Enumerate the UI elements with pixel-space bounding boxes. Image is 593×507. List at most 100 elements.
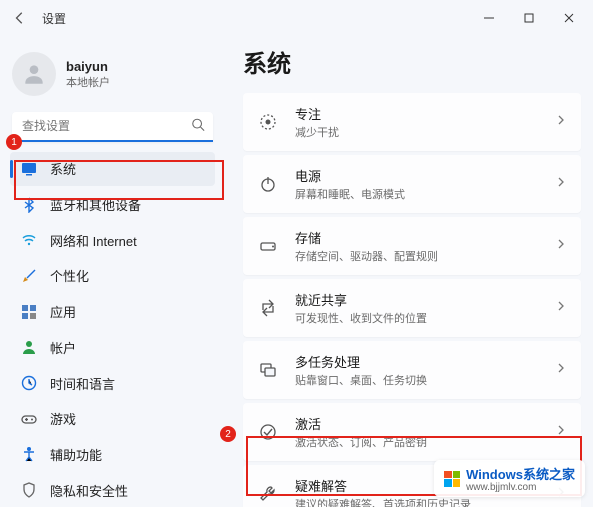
sidebar-item-apps[interactable]: 应用 [10, 295, 215, 329]
chevron-right-icon [555, 237, 567, 255]
sidebar-item-label: 应用 [50, 302, 76, 321]
chevron-right-icon [555, 423, 567, 441]
card-title: 电源 [295, 166, 555, 185]
account-icon [20, 338, 38, 356]
maximize-icon [524, 13, 534, 23]
person-icon [21, 61, 47, 87]
main-area: baiyun 本地帐户 系统 蓝牙和其他设备 网络和 Internet [0, 36, 593, 507]
shield-icon [20, 481, 38, 499]
user-name: baiyun [66, 59, 110, 74]
annotation-badge-1: 1 [6, 134, 22, 150]
watermark: Windows系统之家 www.bjjmlv.com [434, 460, 585, 497]
titlebar: 设置 [0, 0, 593, 36]
card-nearby-share[interactable]: 就近共享 可发现性、收到文件的位置 [243, 279, 581, 337]
power-icon [257, 173, 279, 195]
page-title: 系统 [243, 44, 581, 79]
accessibility-icon [20, 445, 38, 463]
card-text: 多任务处理 贴靠窗口、桌面、任务切换 [295, 352, 555, 388]
card-title: 多任务处理 [295, 352, 555, 371]
search-wrap [12, 112, 213, 142]
sidebar: baiyun 本地帐户 系统 蓝牙和其他设备 网络和 Internet [0, 36, 225, 507]
sidebar-item-network[interactable]: 网络和 Internet [10, 223, 215, 257]
multitask-icon [257, 359, 279, 381]
card-subtitle: 减少干扰 [295, 124, 555, 140]
card-text: 就近共享 可发现性、收到文件的位置 [295, 290, 555, 326]
sidebar-item-privacy[interactable]: 隐私和安全性 [10, 473, 215, 507]
sidebar-item-accounts[interactable]: 帐户 [10, 331, 215, 365]
sidebar-item-label: 帐户 [50, 338, 76, 357]
minimize-icon [484, 13, 494, 23]
sidebar-item-label: 个性化 [50, 266, 89, 285]
sidebar-item-label: 时间和语言 [50, 374, 115, 393]
watermark-brand: Windows系统之家 [466, 464, 575, 483]
brush-icon [20, 267, 38, 285]
arrow-left-icon [13, 11, 27, 25]
content-area: 系统 专注 减少干扰 电源 屏幕和睡眠、电源模式 [225, 36, 593, 507]
sidebar-item-label: 游戏 [50, 409, 76, 428]
sidebar-item-label: 隐私和安全性 [50, 481, 128, 500]
window-title: 设置 [42, 10, 66, 27]
card-title: 激活 [295, 414, 555, 433]
user-text: baiyun 本地帐户 [66, 59, 110, 90]
check-circle-icon [257, 421, 279, 443]
sidebar-item-accessibility[interactable]: 辅助功能 [10, 438, 215, 472]
user-block[interactable]: baiyun 本地帐户 [10, 46, 215, 108]
sidebar-item-gaming[interactable]: 游戏 [10, 402, 215, 436]
chevron-right-icon [555, 113, 567, 131]
maximize-button[interactable] [509, 2, 549, 34]
chevron-right-icon [555, 299, 567, 317]
wrench-icon [257, 483, 279, 505]
card-title: 存储 [295, 228, 555, 247]
card-text: 电源 屏幕和睡眠、电源模式 [295, 166, 555, 202]
card-subtitle: 存储空间、驱动器、配置规则 [295, 248, 555, 264]
card-text: 激活 激活状态、订阅、产品密钥 [295, 414, 555, 450]
avatar [12, 52, 56, 96]
user-subtitle: 本地帐户 [66, 74, 110, 90]
card-subtitle: 可发现性、收到文件的位置 [295, 310, 555, 326]
close-icon [564, 13, 574, 23]
card-storage[interactable]: 存储 存储空间、驱动器、配置规则 [243, 217, 581, 275]
annotation-badge-2: 2 [220, 426, 236, 442]
sidebar-item-label: 网络和 Internet [50, 231, 137, 250]
card-text: 存储 存储空间、驱动器、配置规则 [295, 228, 555, 264]
storage-icon [257, 235, 279, 257]
clock-icon [20, 374, 38, 392]
card-title: 专注 [295, 104, 555, 123]
sidebar-item-label: 系统 [50, 159, 76, 178]
nav-list: 系统 蓝牙和其他设备 网络和 Internet 个性化 应用 帐户 [10, 152, 215, 507]
card-title: 就近共享 [295, 290, 555, 309]
card-subtitle: 建议的疑难解答、首选项和历史记录 [295, 496, 555, 507]
windows-logo-icon [444, 471, 460, 487]
back-button[interactable] [4, 2, 36, 34]
chevron-right-icon [555, 175, 567, 193]
settings-list: 专注 减少干扰 电源 屏幕和睡眠、电源模式 存储 存储空间、驱动器、配置规则 [243, 93, 581, 507]
search-input[interactable] [12, 112, 213, 142]
card-subtitle: 贴靠窗口、桌面、任务切换 [295, 372, 555, 388]
card-subtitle: 屏幕和睡眠、电源模式 [295, 186, 555, 202]
bluetooth-icon [20, 196, 38, 214]
card-text: 专注 减少干扰 [295, 104, 555, 140]
sidebar-item-personalization[interactable]: 个性化 [10, 259, 215, 293]
search-icon [191, 118, 205, 137]
share-icon [257, 297, 279, 319]
card-subtitle: 激活状态、订阅、产品密钥 [295, 434, 555, 450]
wifi-icon [20, 231, 38, 249]
display-icon [20, 160, 38, 178]
sidebar-item-label: 辅助功能 [50, 445, 102, 464]
watermark-url: www.bjjmlv.com [466, 482, 575, 493]
sidebar-item-system[interactable]: 系统 [10, 152, 215, 186]
sidebar-item-time-language[interactable]: 时间和语言 [10, 366, 215, 400]
close-button[interactable] [549, 2, 589, 34]
card-power[interactable]: 电源 屏幕和睡眠、电源模式 [243, 155, 581, 213]
card-activation[interactable]: 激活 激活状态、订阅、产品密钥 [243, 403, 581, 461]
apps-icon [20, 303, 38, 321]
sidebar-item-bluetooth[interactable]: 蓝牙和其他设备 [10, 188, 215, 222]
card-multitasking[interactable]: 多任务处理 贴靠窗口、桌面、任务切换 [243, 341, 581, 399]
sidebar-item-label: 蓝牙和其他设备 [50, 195, 141, 214]
card-focus[interactable]: 专注 减少干扰 [243, 93, 581, 151]
window-controls [469, 2, 589, 34]
gamepad-icon [20, 410, 38, 428]
minimize-button[interactable] [469, 2, 509, 34]
watermark-text: Windows系统之家 www.bjjmlv.com [466, 464, 575, 493]
focus-icon [257, 111, 279, 133]
